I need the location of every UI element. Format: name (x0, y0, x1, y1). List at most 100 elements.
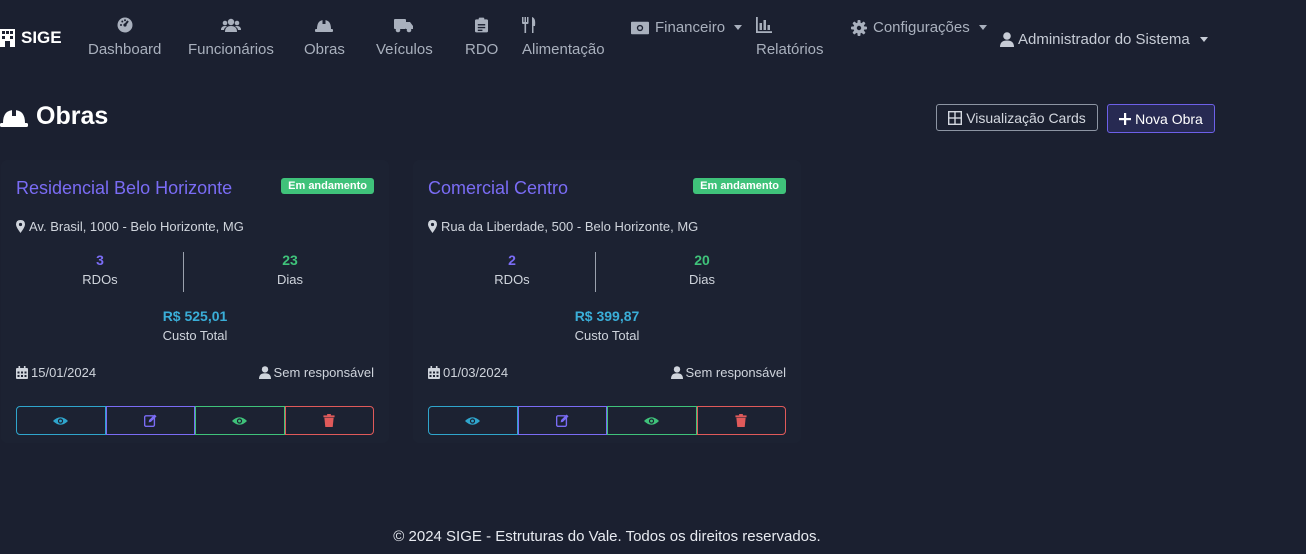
cost-label: Custo Total (162, 328, 228, 343)
obra-date: 01/03/2024 (428, 365, 508, 380)
nav-rdo-label: RDO (465, 41, 499, 58)
new-obra-label: Nova Obra (1135, 110, 1203, 127)
map-marker-icon (428, 220, 437, 233)
obra-actions (428, 406, 786, 435)
nav-financeiro-dropdown[interactable]: Financeiro (631, 19, 743, 36)
trash-icon (323, 414, 335, 427)
user-menu-dropdown[interactable]: Administrador do Sistema (1000, 31, 1208, 48)
obra-card: Residencial Belo Horizonte Em andamento … (1, 160, 389, 443)
brand[interactable]: SIGE (0, 28, 62, 48)
stat-rdos-value: 3 (96, 252, 104, 268)
nav-funcionarios[interactable]: Funcionários (188, 16, 274, 58)
obra-date-text: 01/03/2024 (443, 365, 509, 380)
stat-divider (183, 252, 184, 292)
obra-date: 15/01/2024 (16, 365, 96, 380)
nav-veiculos-label: Veículos (376, 41, 433, 58)
obra-address-text: Av. Brasil, 1000 - Belo Horizonte, MG (29, 219, 244, 234)
money-icon (631, 21, 649, 34)
status-badge: Em andamento (693, 178, 786, 194)
map-marker-icon (16, 220, 25, 233)
cost-value: R$ 399,87 (574, 308, 640, 324)
nav-alimentacao[interactable]: Alimentação (522, 16, 605, 58)
stat-dias-value: 23 (282, 252, 298, 268)
nav-configuracoes-label: Configurações (873, 19, 970, 36)
obra-name[interactable]: Comercial Centro (428, 178, 568, 199)
obra-name[interactable]: Residencial Belo Horizonte (16, 178, 232, 199)
stat-dias-value: 20 (694, 252, 710, 268)
chevron-down-icon (978, 25, 987, 30)
obra-responsavel: Sem responsável (258, 365, 374, 380)
obra-address: Rua da Liberdade, 500 - Belo Horizonte, … (428, 219, 698, 234)
grid-icon (948, 110, 963, 125)
obra-cost: R$ 525,01 Custo Total (16, 308, 374, 343)
calendar-icon (428, 366, 440, 379)
edit-button[interactable] (105, 406, 195, 435)
nav-dashboard[interactable]: Dashboard (88, 16, 161, 58)
obra-stats: 3 RDOs 23 Dias (16, 252, 374, 292)
user-name: Administrador do Sistema (1018, 31, 1190, 48)
chart-icon (756, 17, 772, 33)
status-badge: Em andamento (281, 178, 374, 194)
view-cards-label: Visualização Cards (966, 109, 1086, 126)
stat-rdos: 2 RDOs (428, 252, 596, 287)
cost-value: R$ 525,01 (162, 308, 228, 324)
obra-actions (16, 406, 374, 435)
gauge-icon (117, 17, 133, 33)
navbar: SIGE Dashboard Funcionários Obras Veícul… (0, 0, 1306, 80)
delete-button[interactable] (696, 406, 786, 435)
obra-card: Comercial Centro Em andamento Rua da Lib… (413, 160, 801, 443)
hardhat-icon (315, 19, 334, 32)
eye-icon (53, 416, 69, 425)
view-cards-button[interactable]: Visualização Cards (936, 104, 1098, 131)
view-button[interactable] (428, 406, 518, 435)
nav-funcionarios-label: Funcionários (188, 41, 274, 58)
obra-cost: R$ 399,87 Custo Total (428, 308, 786, 343)
nav-obras[interactable]: Obras (304, 16, 345, 58)
stat-divider (595, 252, 596, 292)
obra-stats: 2 RDOs 20 Dias (428, 252, 786, 292)
obra-responsavel-text: Sem responsável (685, 365, 786, 380)
brand-name: SIGE (21, 28, 62, 47)
rdo-view-button[interactable] (195, 406, 285, 435)
nav-veiculos[interactable]: Veículos (376, 16, 433, 58)
hardhat-icon (0, 107, 28, 127)
obra-date-text: 15/01/2024 (31, 365, 97, 380)
cost-label: Custo Total (574, 328, 640, 343)
nav-rdo[interactable]: RDO (465, 16, 498, 58)
delete-button[interactable] (284, 406, 374, 435)
eye-icon (465, 416, 481, 425)
plus-icon (1119, 112, 1132, 125)
chevron-down-icon (1199, 37, 1208, 42)
stat-rdos-value: 2 (508, 252, 516, 268)
nav-relatorios-label: Relatórios (756, 41, 824, 58)
rdo-view-button[interactable] (607, 406, 697, 435)
nav-alimentacao-label: Alimentação (522, 41, 605, 58)
new-obra-button[interactable]: Nova Obra (1107, 104, 1215, 133)
view-button[interactable] (16, 406, 106, 435)
obra-responsavel-text: Sem responsável (273, 365, 374, 380)
stat-dias-label: Dias (276, 272, 303, 287)
stat-dias-label: Dias (688, 272, 715, 287)
obra-address-text: Rua da Liberdade, 500 - Belo Horizonte, … (441, 219, 699, 234)
page-title: Obras (0, 102, 108, 131)
edit-button[interactable] (517, 406, 607, 435)
chevron-down-icon (734, 25, 743, 30)
gear-icon (851, 19, 867, 36)
trash-icon (735, 414, 747, 427)
stat-dias: 23 Dias (206, 252, 374, 287)
stat-rdos-label: RDOs (494, 272, 530, 287)
page-title-text: Obras (36, 102, 109, 130)
nav-financeiro-label: Financeiro (655, 19, 726, 36)
obra-responsavel: Sem responsável (670, 365, 786, 380)
stat-rdos-label: RDOs (82, 272, 118, 287)
user-icon (670, 366, 683, 379)
clipboard-icon (475, 17, 489, 33)
eye-icon (232, 416, 248, 425)
nav-relatorios[interactable]: Relatórios (756, 16, 824, 58)
building-icon (0, 29, 15, 47)
user-icon (1000, 32, 1014, 47)
footer-copyright: © 2024 SIGE - Estruturas do Vale. Todos … (393, 528, 821, 545)
nav-configuracoes-dropdown[interactable]: Configurações (851, 19, 987, 36)
calendar-icon (16, 366, 28, 379)
stat-rdos: 3 RDOs (16, 252, 184, 287)
